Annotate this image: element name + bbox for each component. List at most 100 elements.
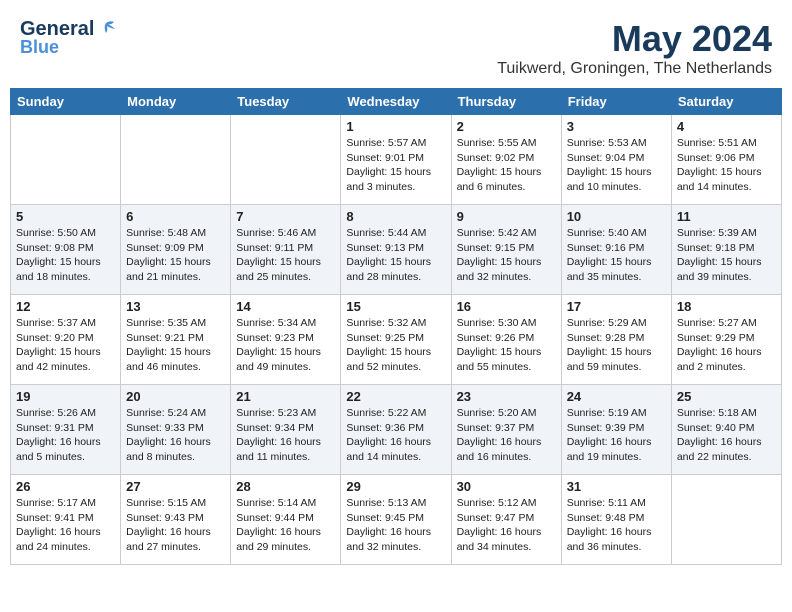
day-number: 18 bbox=[677, 299, 776, 314]
location-title: Tuikwerd, Groningen, The Netherlands bbox=[497, 60, 772, 78]
day-cell-24: 24 Sunrise: 5:19 AM Sunset: 9:39 PM Dayli… bbox=[561, 385, 671, 475]
col-header-thursday: Thursday bbox=[451, 89, 561, 115]
day-number: 26 bbox=[16, 479, 115, 494]
day-info: Sunrise: 5:50 AM Sunset: 9:08 PM Dayligh… bbox=[16, 227, 101, 283]
calendar-table: SundayMondayTuesdayWednesdayThursdayFrid… bbox=[10, 88, 782, 565]
week-row-3: 12Sunrise: 5:37 AM Sunset: 9:20 PM Dayli… bbox=[11, 295, 782, 385]
col-header-monday: Monday bbox=[121, 89, 231, 115]
day-info: Sunrise: 5:55 AM Sunset: 9:02 PM Dayligh… bbox=[457, 137, 542, 193]
week-row-2: 5 Sunrise: 5:50 AM Sunset: 9:08 PM Daylig… bbox=[11, 205, 782, 295]
week-row-1: 1 Sunrise: 5:57 AM Sunset: 9:01 PM Daylig… bbox=[11, 115, 782, 205]
day-info: Sunrise: 5:26 AM Sunset: 9:31 PM Dayligh… bbox=[16, 407, 101, 463]
day-cell-8: 8 Sunrise: 5:44 AM Sunset: 9:13 PM Daylig… bbox=[341, 205, 451, 295]
logo-blue: Blue bbox=[20, 37, 59, 58]
day-info: Sunrise: 5:40 AM Sunset: 9:16 PM Dayligh… bbox=[567, 227, 652, 283]
day-cell-20: 20 Sunrise: 5:24 AM Sunset: 9:33 PM Dayli… bbox=[121, 385, 231, 475]
day-cell-4: 4Sunrise: 5:51 AM Sunset: 9:06 PM Daylig… bbox=[671, 115, 781, 205]
logo: General Blue bbox=[20, 18, 118, 58]
day-info: Sunrise: 5:57 AM Sunset: 9:01 PM Dayligh… bbox=[346, 137, 431, 193]
header-row: SundayMondayTuesdayWednesdayThursdayFrid… bbox=[11, 89, 782, 115]
day-info: Sunrise: 5:24 AM Sunset: 9:33 PM Dayligh… bbox=[126, 407, 211, 463]
day-info: Sunrise: 5:46 AM Sunset: 9:11 PM Dayligh… bbox=[236, 227, 321, 283]
day-cell-14: 14 Sunrise: 5:34 AM Sunset: 9:23 PM Dayli… bbox=[231, 295, 341, 385]
day-cell-12: 12Sunrise: 5:37 AM Sunset: 9:20 PM Dayli… bbox=[11, 295, 121, 385]
day-number: 8 bbox=[346, 209, 445, 224]
day-info: Sunrise: 5:42 AM Sunset: 9:15 PM Dayligh… bbox=[457, 227, 542, 283]
col-header-saturday: Saturday bbox=[671, 89, 781, 115]
day-info: Sunrise: 5:12 AM Sunset: 9:47 PM Dayligh… bbox=[457, 497, 542, 553]
day-number: 27 bbox=[126, 479, 225, 494]
logo-bird-icon bbox=[96, 19, 118, 41]
day-info: Sunrise: 5:39 AM Sunset: 9:18 PM Dayligh… bbox=[677, 227, 762, 283]
day-info: Sunrise: 5:44 AM Sunset: 9:13 PM Dayligh… bbox=[346, 227, 431, 283]
day-number: 3 bbox=[567, 119, 666, 134]
day-info: Sunrise: 5:34 AM Sunset: 9:23 PM Dayligh… bbox=[236, 317, 321, 373]
day-number: 9 bbox=[457, 209, 556, 224]
day-info: Sunrise: 5:29 AM Sunset: 9:28 PM Dayligh… bbox=[567, 317, 652, 373]
day-number: 20 bbox=[126, 389, 225, 404]
col-header-friday: Friday bbox=[561, 89, 671, 115]
day-number: 2 bbox=[457, 119, 556, 134]
day-number: 23 bbox=[457, 389, 556, 404]
day-number: 6 bbox=[126, 209, 225, 224]
day-cell-28: 28 Sunrise: 5:14 AM Sunset: 9:44 PM Dayli… bbox=[231, 475, 341, 565]
day-cell-16: 16 Sunrise: 5:30 AM Sunset: 9:26 PM Dayli… bbox=[451, 295, 561, 385]
day-number: 5 bbox=[16, 209, 115, 224]
month-title: May 2024 bbox=[497, 18, 772, 60]
day-number: 29 bbox=[346, 479, 445, 494]
day-cell-18: 18 Sunrise: 5:27 AM Sunset: 9:29 PM Dayli… bbox=[671, 295, 781, 385]
col-header-wednesday: Wednesday bbox=[341, 89, 451, 115]
day-cell-11: 11 Sunrise: 5:39 AM Sunset: 9:18 PM Dayli… bbox=[671, 205, 781, 295]
day-cell-5: 5 Sunrise: 5:50 AM Sunset: 9:08 PM Daylig… bbox=[11, 205, 121, 295]
day-cell-3: 3Sunrise: 5:53 AM Sunset: 9:04 PM Daylig… bbox=[561, 115, 671, 205]
day-cell-2: 2 Sunrise: 5:55 AM Sunset: 9:02 PM Daylig… bbox=[451, 115, 561, 205]
day-cell-1: 1 Sunrise: 5:57 AM Sunset: 9:01 PM Daylig… bbox=[341, 115, 451, 205]
day-cell-26: 26 Sunrise: 5:17 AM Sunset: 9:41 PM Dayli… bbox=[11, 475, 121, 565]
day-cell-29: 29Sunrise: 5:13 AM Sunset: 9:45 PM Dayli… bbox=[341, 475, 451, 565]
empty-cell bbox=[11, 115, 121, 205]
day-info: Sunrise: 5:37 AM Sunset: 9:20 PM Dayligh… bbox=[16, 317, 101, 373]
day-cell-31: 31 Sunrise: 5:11 AM Sunset: 9:48 PM Dayli… bbox=[561, 475, 671, 565]
col-header-sunday: Sunday bbox=[11, 89, 121, 115]
day-cell-22: 22 Sunrise: 5:22 AM Sunset: 9:36 PM Dayli… bbox=[341, 385, 451, 475]
day-info: Sunrise: 5:11 AM Sunset: 9:48 PM Dayligh… bbox=[567, 497, 652, 553]
empty-cell bbox=[121, 115, 231, 205]
day-number: 21 bbox=[236, 389, 335, 404]
day-cell-7: 7 Sunrise: 5:46 AM Sunset: 9:11 PM Daylig… bbox=[231, 205, 341, 295]
day-number: 16 bbox=[457, 299, 556, 314]
day-cell-23: 23Sunrise: 5:20 AM Sunset: 9:37 PM Dayli… bbox=[451, 385, 561, 475]
day-info: Sunrise: 5:30 AM Sunset: 9:26 PM Dayligh… bbox=[457, 317, 542, 373]
day-number: 25 bbox=[677, 389, 776, 404]
day-number: 22 bbox=[346, 389, 445, 404]
day-info: Sunrise: 5:18 AM Sunset: 9:40 PM Dayligh… bbox=[677, 407, 762, 463]
empty-cell bbox=[231, 115, 341, 205]
day-info: Sunrise: 5:15 AM Sunset: 9:43 PM Dayligh… bbox=[126, 497, 211, 553]
day-number: 28 bbox=[236, 479, 335, 494]
day-number: 7 bbox=[236, 209, 335, 224]
day-info: Sunrise: 5:35 AM Sunset: 9:21 PM Dayligh… bbox=[126, 317, 211, 373]
day-info: Sunrise: 5:14 AM Sunset: 9:44 PM Dayligh… bbox=[236, 497, 321, 553]
day-number: 31 bbox=[567, 479, 666, 494]
day-info: Sunrise: 5:51 AM Sunset: 9:06 PM Dayligh… bbox=[677, 137, 762, 193]
day-number: 14 bbox=[236, 299, 335, 314]
day-cell-13: 13Sunrise: 5:35 AM Sunset: 9:21 PM Dayli… bbox=[121, 295, 231, 385]
day-cell-30: 30Sunrise: 5:12 AM Sunset: 9:47 PM Dayli… bbox=[451, 475, 561, 565]
day-info: Sunrise: 5:22 AM Sunset: 9:36 PM Dayligh… bbox=[346, 407, 431, 463]
day-cell-15: 15 Sunrise: 5:32 AM Sunset: 9:25 PM Dayli… bbox=[341, 295, 451, 385]
day-number: 11 bbox=[677, 209, 776, 224]
day-cell-27: 27 Sunrise: 5:15 AM Sunset: 9:43 PM Dayli… bbox=[121, 475, 231, 565]
page-header: General Blue May 2024 Tuikwerd, Groninge… bbox=[10, 10, 782, 82]
day-cell-25: 25 Sunrise: 5:18 AM Sunset: 9:40 PM Dayli… bbox=[671, 385, 781, 475]
day-cell-19: 19Sunrise: 5:26 AM Sunset: 9:31 PM Dayli… bbox=[11, 385, 121, 475]
day-number: 24 bbox=[567, 389, 666, 404]
day-info: Sunrise: 5:32 AM Sunset: 9:25 PM Dayligh… bbox=[346, 317, 431, 373]
day-info: Sunrise: 5:27 AM Sunset: 9:29 PM Dayligh… bbox=[677, 317, 762, 373]
day-cell-21: 21Sunrise: 5:23 AM Sunset: 9:34 PM Dayli… bbox=[231, 385, 341, 475]
day-info: Sunrise: 5:19 AM Sunset: 9:39 PM Dayligh… bbox=[567, 407, 652, 463]
day-number: 15 bbox=[346, 299, 445, 314]
empty-cell bbox=[671, 475, 781, 565]
day-number: 1 bbox=[346, 119, 445, 134]
day-info: Sunrise: 5:17 AM Sunset: 9:41 PM Dayligh… bbox=[16, 497, 101, 553]
col-header-tuesday: Tuesday bbox=[231, 89, 341, 115]
week-row-5: 26 Sunrise: 5:17 AM Sunset: 9:41 PM Dayli… bbox=[11, 475, 782, 565]
